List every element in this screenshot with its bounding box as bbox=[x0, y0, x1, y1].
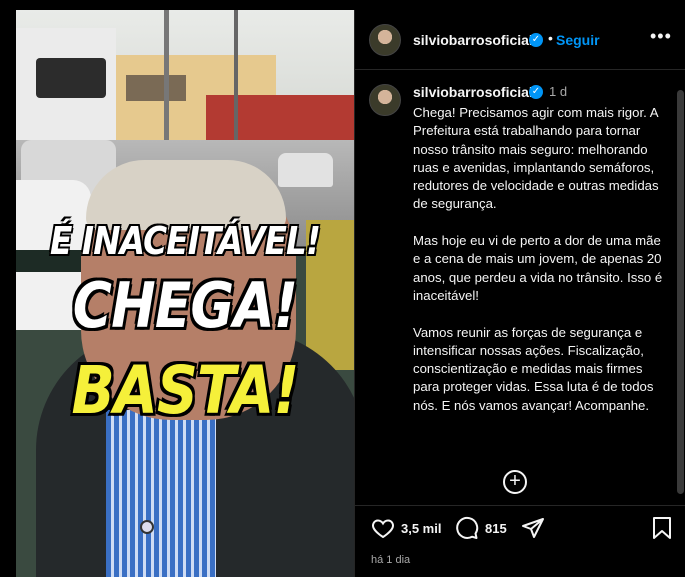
post-side-panel: silviobarrosoficial ✓ • Seguir ••• silvi… bbox=[354, 10, 685, 577]
add-icon[interactable]: + bbox=[503, 470, 527, 494]
more-options-icon[interactable]: ••• bbox=[650, 26, 672, 47]
caption-text: Chega! Precisamos agir com mais rigor. A… bbox=[413, 105, 663, 413]
follow-button[interactable]: Seguir bbox=[556, 32, 600, 48]
avatar[interactable] bbox=[369, 24, 401, 56]
comment-count: 815 bbox=[485, 520, 507, 536]
overlay-text-line-3: BASTA! bbox=[71, 352, 299, 429]
overlay-text-line-2: CHEGA! bbox=[72, 269, 298, 342]
separator-dot: • bbox=[548, 30, 553, 46]
share-icon bbox=[522, 518, 544, 538]
caption-username[interactable]: silviobarrosoficial bbox=[413, 84, 533, 100]
comment-button[interactable]: 815 bbox=[455, 516, 507, 540]
caption-avatar[interactable] bbox=[369, 84, 401, 116]
caption-verified-badge-icon: ✓ bbox=[529, 85, 543, 99]
verified-badge-icon: ✓ bbox=[529, 33, 543, 47]
post-modal: É INACEITÁVEL! CHEGA! BASTA! silviobarro… bbox=[16, 10, 685, 577]
caption-section: silviobarrosoficial ✓ 1 d Chega! Precisa… bbox=[355, 70, 685, 510]
scrollbar[interactable] bbox=[677, 90, 684, 494]
share-button[interactable] bbox=[521, 516, 545, 540]
heart-icon bbox=[372, 519, 394, 539]
post-header: silviobarrosoficial ✓ • Seguir ••• bbox=[355, 10, 685, 70]
header-username[interactable]: silviobarrosoficial bbox=[413, 32, 533, 48]
bookmark-icon bbox=[653, 517, 671, 539]
save-button[interactable] bbox=[651, 516, 673, 540]
comment-icon bbox=[456, 516, 479, 539]
like-button[interactable]: 3,5 mil bbox=[371, 516, 441, 540]
post-timestamp: há 1 dia bbox=[371, 554, 411, 566]
overlay-text-line-1: É INACEITÁVEL! bbox=[49, 219, 321, 263]
caption-time: 1 d bbox=[549, 84, 568, 99]
post-media[interactable]: É INACEITÁVEL! CHEGA! BASTA! bbox=[16, 10, 354, 577]
like-count: 3,5 mil bbox=[401, 520, 442, 536]
action-bar: 3,5 mil 815 há 1 dia bbox=[355, 505, 685, 577]
